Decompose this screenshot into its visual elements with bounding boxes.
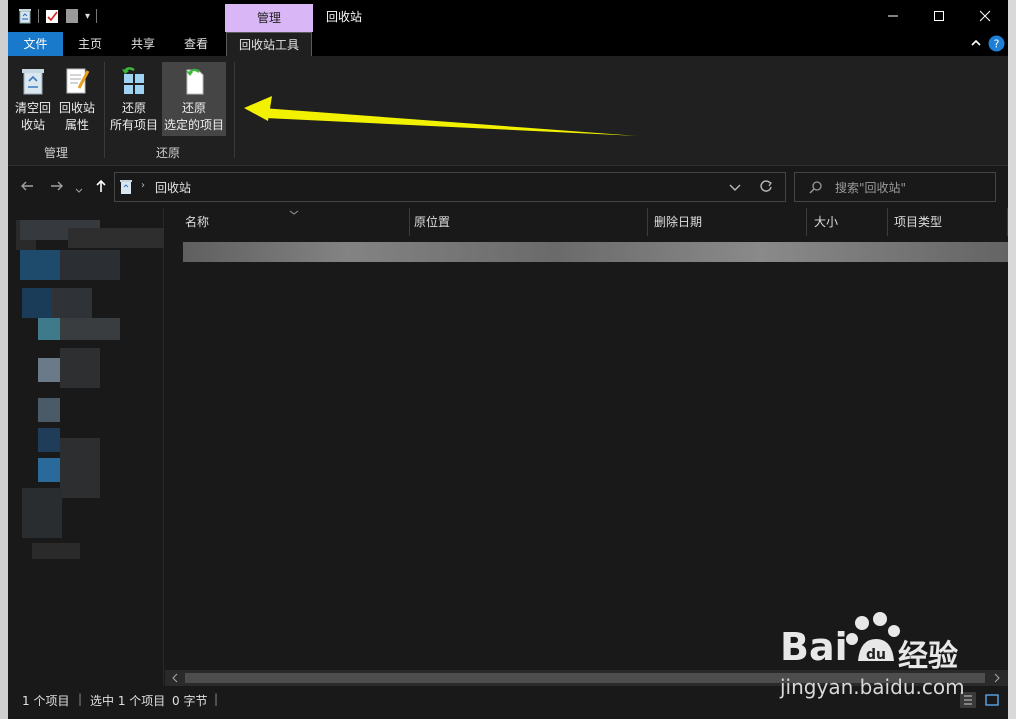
scroll-left-icon[interactable] [171, 672, 179, 686]
quick-access-toolbar: ▾ [18, 6, 98, 26]
forward-arrow-icon[interactable] [50, 178, 64, 197]
tab-file[interactable]: 文件 [8, 32, 63, 56]
svg-text:?: ? [994, 38, 1000, 51]
status-divider: | [78, 692, 83, 706]
empty-label-line2: 收站 [20, 118, 45, 132]
tab-share[interactable]: 共享 [120, 32, 166, 56]
group-label-restore: 还原 [156, 146, 181, 160]
desktop-edge-left [0, 0, 8, 719]
recent-locations-chevron-icon[interactable] [75, 180, 83, 199]
qat-customize-icon[interactable]: ▾ [85, 11, 90, 22]
up-arrow-icon[interactable] [94, 178, 108, 197]
close-button[interactable] [962, 0, 1008, 32]
watermark-brand: Bai [780, 625, 848, 669]
status-selected-count: 选中 1 个项目 [90, 694, 166, 708]
minimize-button[interactable] [870, 0, 916, 32]
window-title: 回收站 [326, 10, 363, 24]
column-size[interactable]: 大小 [808, 208, 888, 236]
restore-selected-label-line2: 选定的项目 [163, 118, 224, 132]
status-divider: | [214, 692, 219, 706]
collapse-ribbon-icon[interactable] [970, 37, 982, 52]
properties-icon [66, 68, 90, 94]
address-field[interactable]: › 回收站 [114, 172, 786, 202]
column-original-location[interactable]: 原位置 [408, 208, 648, 236]
restore-selected-label-line1: 还原 [181, 101, 206, 115]
restore-all-label-line1: 还原 [121, 101, 146, 115]
restore-all-button[interactable]: 还原 所有项目 [108, 62, 160, 136]
maximize-button[interactable] [916, 0, 962, 32]
recycle-bin-icon [119, 179, 133, 198]
breadcrumb-recycle-bin[interactable]: 回收站 [155, 179, 191, 196]
navigation-pane[interactable] [8, 208, 164, 686]
refresh-icon[interactable] [759, 179, 773, 196]
restore-selected-icon [186, 68, 204, 95]
ribbon: 清空回 收站 回收站 属性 还原 所有项目 还原 选定的项目 管理 还原 [8, 56, 1008, 166]
tab-recycle-bin-tools[interactable]: 回收站工具 [226, 32, 312, 56]
tab-view[interactable]: 查看 [174, 32, 218, 56]
watermark-url: jingyan.baidu.com [780, 675, 965, 699]
column-item-type[interactable]: 项目类型 [888, 208, 1008, 236]
qat-separator [96, 9, 98, 23]
group-separator [104, 62, 105, 158]
restore-all-icon [122, 67, 144, 94]
help-icon[interactable]: ? [988, 35, 1005, 55]
address-bar-row: › 回收站 搜索"回收站" [8, 166, 1008, 208]
status-item-count: 1 个项目 [22, 694, 70, 708]
status-size: 0 字节 [172, 694, 208, 708]
search-input[interactable]: 搜索"回收站" [794, 172, 996, 202]
recycle-bin-properties-button[interactable]: 回收站 属性 [56, 62, 98, 136]
props-label-line1: 回收站 [58, 101, 95, 115]
qat-separator [38, 9, 39, 23]
watermark-brand-cn: 经验 [898, 639, 958, 674]
address-dropdown-chevron-icon[interactable] [729, 182, 741, 196]
breadcrumb-separator-icon[interactable]: › [141, 180, 145, 191]
properties-icon[interactable] [45, 8, 59, 24]
tab-home[interactable]: 主页 [68, 32, 112, 56]
group-separator [234, 62, 235, 158]
search-placeholder: 搜索"回收站" [835, 181, 907, 195]
empty-recycle-bin-button[interactable]: 清空回 收站 [12, 62, 54, 136]
column-name[interactable]: 名称 [179, 208, 410, 236]
restore-all-label-line2: 所有项目 [109, 118, 158, 132]
column-date-deleted[interactable]: 删除日期 [648, 208, 807, 236]
column-header-row: 名称 原位置 删除日期 大小 项目类型 [165, 208, 1008, 236]
search-icon [809, 180, 823, 197]
context-tab-manage[interactable]: 管理 [225, 4, 313, 32]
svg-text:du: du [866, 647, 886, 663]
props-label-line2: 属性 [64, 118, 89, 132]
empty-recycle-bin-icon [22, 69, 44, 95]
restore-selected-button[interactable]: 还原 选定的项目 [162, 62, 226, 136]
new-folder-icon[interactable] [65, 8, 79, 24]
file-row-blurred[interactable] [183, 242, 1008, 262]
ribbon-tab-bar: 文件 主页 共享 查看 回收站工具 ? [8, 32, 1008, 56]
empty-label-line1: 清空回 [14, 101, 51, 115]
recycle-bin-icon [18, 8, 32, 24]
group-label-manage: 管理 [44, 146, 69, 160]
title-bar: ▾ 管理 回收站 [8, 0, 1008, 32]
baidu-paw-icon: du [844, 609, 904, 672]
back-arrow-icon[interactable] [20, 178, 34, 197]
